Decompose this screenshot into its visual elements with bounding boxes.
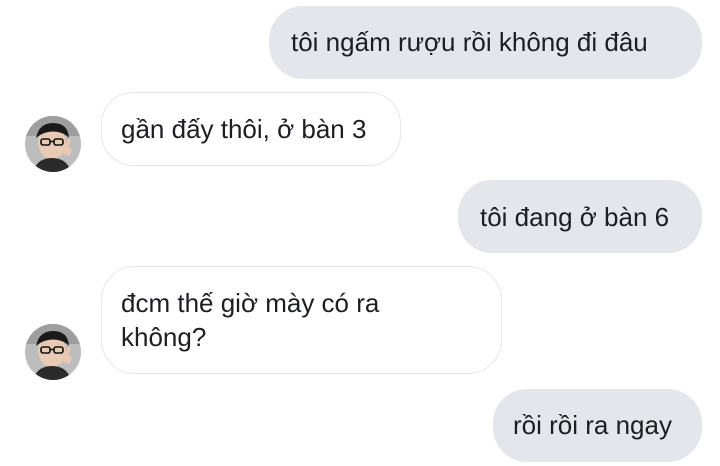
contact-avatar-icon[interactable]	[25, 116, 81, 172]
chat-thread: tôi ngấm rượu rồi không đi đâu gần đấy t…	[0, 0, 720, 466]
avatar-image	[25, 324, 81, 380]
sent-message-bubble[interactable]: tôi ngấm rượu rồi không đi đâu	[269, 6, 702, 79]
avatar-image	[25, 116, 81, 172]
sent-message-bubble[interactable]: tôi đang ở bàn 6	[458, 180, 702, 253]
contact-avatar-icon[interactable]	[25, 324, 81, 380]
sent-message-bubble[interactable]: rồi rồi ra ngay	[493, 389, 702, 462]
received-message-bubble[interactable]: đcm thế giờ mày có ra không?	[101, 266, 502, 374]
received-message-bubble[interactable]: gần đấy thôi, ở bàn 3	[101, 92, 401, 166]
